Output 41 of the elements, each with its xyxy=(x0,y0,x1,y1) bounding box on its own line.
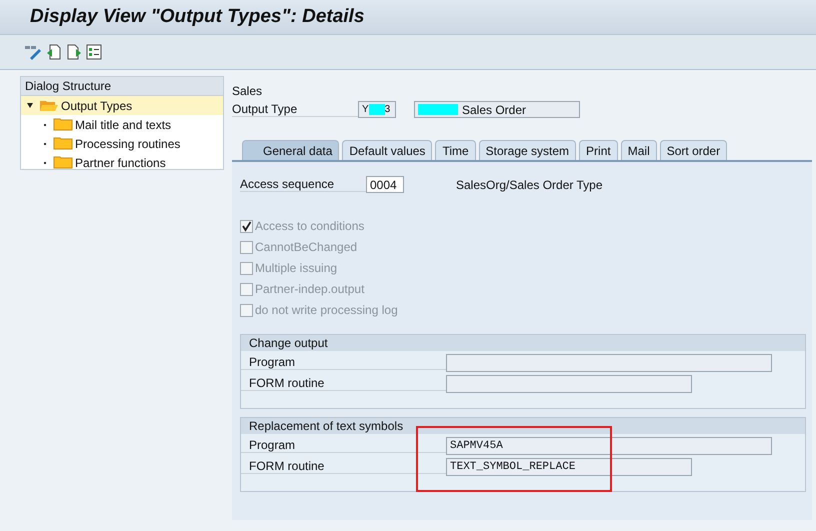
field-label: FORM routine xyxy=(241,376,446,391)
tree-item[interactable]: Output Types xyxy=(21,96,223,115)
field-label: Program xyxy=(241,355,446,370)
tree-item[interactable]: Partner functions xyxy=(21,153,223,172)
checkbox-label: Partner-indep.output xyxy=(255,282,364,296)
window-title: Display View "Output Types": Details xyxy=(30,6,364,28)
checkbox-label: Multiple issuing xyxy=(255,261,338,275)
page-forward-icon[interactable] xyxy=(66,44,82,60)
tab[interactable]: Print xyxy=(579,140,618,160)
field-label: FORM routine xyxy=(241,459,446,474)
access-sequence-description: SalesOrg/Sales Order Type xyxy=(456,178,603,192)
section-label: Sales xyxy=(232,84,264,98)
access-sequence-field[interactable]: 0004 xyxy=(366,176,404,193)
panel-header: Dialog Structure xyxy=(21,77,223,96)
input-field[interactable] xyxy=(446,374,692,392)
tab[interactable]: Sort order xyxy=(660,140,728,160)
select-list-icon[interactable] xyxy=(86,44,102,60)
group-header: Replacement of text symbols xyxy=(241,418,805,434)
input-field[interactable]: TEXT_SYMBOL_REPLACE xyxy=(446,458,692,476)
tree-item[interactable]: Processing routines xyxy=(21,134,223,153)
tab[interactable]: Time xyxy=(435,140,476,160)
group-header: Change output xyxy=(241,335,805,351)
glasses-pencil-icon[interactable] xyxy=(24,44,42,60)
input-field[interactable] xyxy=(446,354,772,372)
tab[interactable]: General data xyxy=(242,140,340,160)
folder-icon xyxy=(53,118,73,131)
checkbox-label: do not write processing log xyxy=(255,303,398,317)
page-back-icon[interactable] xyxy=(46,44,62,60)
folder-icon xyxy=(53,156,73,169)
input-field[interactable]: SAPMV45A xyxy=(446,436,772,454)
tab[interactable]: Mail xyxy=(620,140,657,160)
output-type-field[interactable]: Y 3 xyxy=(358,101,396,118)
folder-icon xyxy=(53,137,73,150)
folder-open-icon xyxy=(39,99,59,112)
description-field: Sales Order xyxy=(414,101,580,118)
tree-item[interactable]: Mail title and texts xyxy=(21,115,223,134)
tab[interactable]: Storage system xyxy=(478,140,576,160)
checkbox-label: CannotBeChanged xyxy=(255,240,358,254)
tab[interactable]: Default values xyxy=(342,140,432,160)
field-label: Program xyxy=(241,438,446,453)
checkbox-label: Access to conditions xyxy=(255,219,364,233)
